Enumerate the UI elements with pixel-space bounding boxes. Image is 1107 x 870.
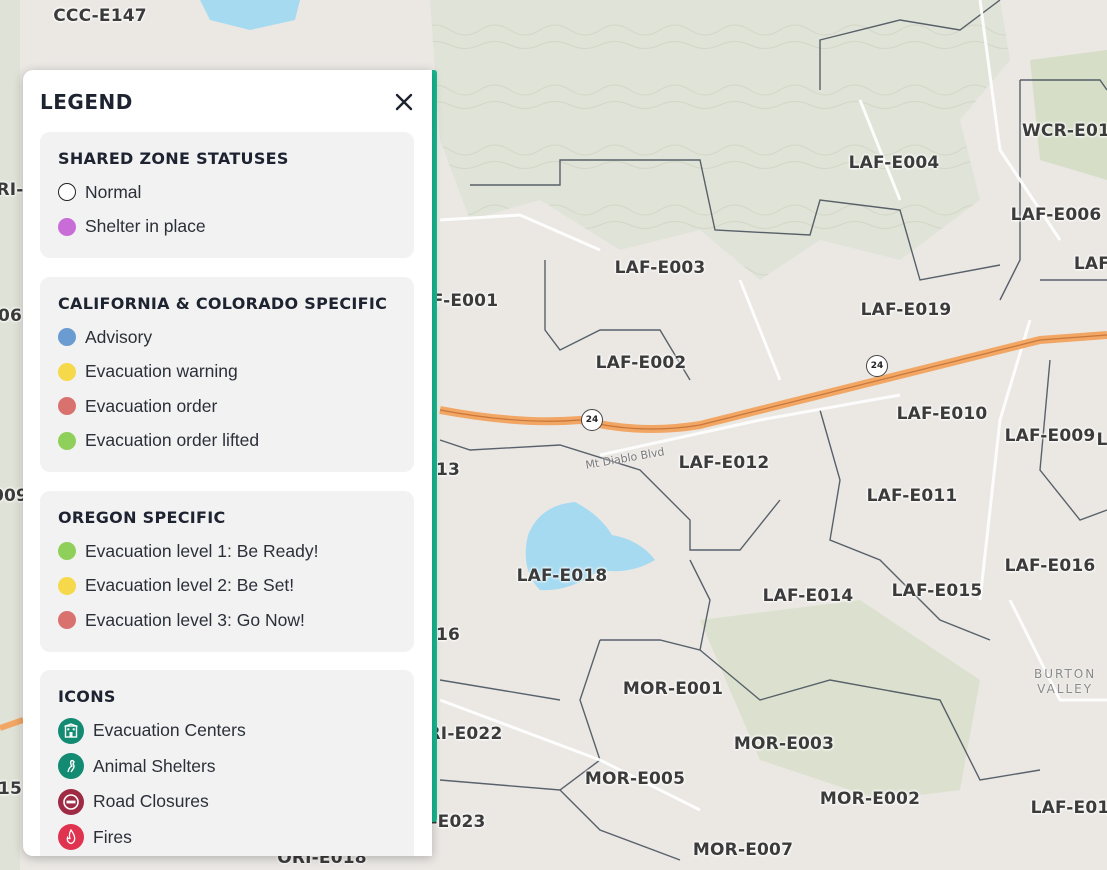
zone-label[interactable]: LAF-E019 — [861, 300, 952, 320]
zone-label[interactable]: LAF-E004 — [849, 153, 940, 173]
legend-section-ca-co: CALIFORNIA & COLORADO SPECIFIC Advisory … — [40, 277, 414, 472]
zone-label[interactable]: LAF — [1074, 254, 1107, 274]
zone-label[interactable]: RI- — [0, 180, 24, 200]
legend-item-label: Normal — [85, 181, 142, 202]
legend-section-shared: SHARED ZONE STATUSES Normal Shelter in p… — [40, 132, 414, 258]
zone-label[interactable]: LAF-E003 — [615, 258, 706, 278]
highway-shield-icon: 24 — [866, 355, 888, 377]
fire-icon — [58, 824, 84, 851]
evacuation-center-icon — [58, 717, 84, 744]
zone-label[interactable]: CCC-E147 — [53, 6, 147, 26]
section-title: ICONS — [58, 687, 116, 706]
zone-label[interactable]: MOR-E007 — [693, 840, 793, 860]
highway-shield-icon: 24 — [581, 409, 603, 431]
zone-label[interactable]: -E023 — [430, 812, 485, 832]
zone-label[interactable]: LAF-E011 — [867, 486, 958, 506]
legend-section-icons: ICONS Evacuation Centers Animal Shelters… — [40, 670, 414, 856]
status-dot-level3 — [58, 611, 76, 630]
legend-item: Shelter in place — [58, 210, 396, 245]
section-title: CALIFORNIA & COLORADO SPECIFIC — [58, 294, 388, 313]
zone-label[interactable]: LAF-E002 — [596, 353, 687, 373]
legend-section-oregon: OREGON SPECIFIC Evacuation level 1: Be R… — [40, 491, 414, 652]
section-title: SHARED ZONE STATUSES — [58, 149, 289, 168]
status-dot-level2 — [58, 576, 76, 595]
legend-item-label: Road Closures — [93, 791, 209, 812]
legend-accent-bar — [432, 70, 437, 822]
legend-item-label: Animal Shelters — [93, 755, 216, 776]
status-dot-shelter — [58, 217, 76, 236]
legend-item: Evacuation level 3: Go Now! — [58, 603, 396, 638]
legend-item-label: Evacuation order lifted — [85, 430, 260, 451]
zone-label[interactable]: LAF-E010 — [897, 404, 988, 424]
animal-shelter-icon — [58, 753, 84, 780]
zone-label[interactable]: MOR-E001 — [623, 679, 723, 699]
legend-item: Evacuation Centers — [58, 713, 396, 749]
legend-item-label: Shelter in place — [85, 216, 206, 237]
legend-item: Evacuation level 1: Be Ready! — [58, 534, 396, 569]
zone-label[interactable]: 16 — [436, 625, 460, 645]
zone-label[interactable]: LAF-E015 — [892, 581, 983, 601]
close-button[interactable] — [393, 91, 415, 113]
zone-label[interactable]: MOR-E002 — [820, 789, 920, 809]
zone-label[interactable]: 13 — [436, 460, 460, 480]
place-label-text: BURTON VALLEY — [1034, 667, 1097, 696]
legend-item-label: Evacuation warning — [85, 361, 238, 382]
legend-item: Animal Shelters — [58, 749, 396, 785]
zone-label[interactable]: 06 — [0, 306, 22, 326]
zone-label[interactable]: LAF-E006 — [1011, 205, 1102, 225]
zone-label[interactable]: F-E001 — [432, 291, 498, 311]
legend-item: Evacuation order — [58, 389, 396, 424]
zone-label[interactable]: MOR-E003 — [734, 734, 834, 754]
legend-item-label: Evacuation order — [85, 395, 218, 416]
close-icon — [395, 93, 413, 111]
legend-item-label: Evacuation level 3: Go Now! — [85, 609, 305, 630]
place-label: BURTON VALLEY — [1034, 667, 1096, 697]
zone-label[interactable]: LAF-E018 — [517, 566, 608, 586]
zone-label[interactable]: LAF-E012 — [679, 453, 770, 473]
zone-label[interactable]: MOR-E005 — [585, 769, 685, 789]
zone-label[interactable]: LAF-E016 — [1005, 556, 1096, 576]
status-dot-advisory — [58, 328, 76, 347]
legend-item-label: Evacuation level 2: Be Set! — [85, 575, 295, 596]
status-dot-order — [58, 397, 76, 416]
status-dot-warning — [58, 362, 76, 381]
zone-label[interactable]: L — [1096, 430, 1107, 450]
legend-item: Evacuation level 2: Be Set! — [58, 569, 396, 604]
legend-item: Road Closures — [58, 784, 396, 820]
section-title: OREGON SPECIFIC — [58, 508, 226, 527]
status-dot-normal — [58, 183, 76, 202]
legend-item-label: Evacuation Centers — [93, 720, 246, 741]
road-closure-icon — [58, 788, 84, 815]
legend-item: Evacuation order lifted — [58, 424, 396, 459]
zone-label[interactable]: LAF-E01 — [1031, 798, 1107, 818]
legend-header: LEGEND — [40, 87, 415, 117]
zone-label[interactable]: RI-E022 — [428, 724, 503, 744]
zone-label[interactable]: LAF-E009 — [1005, 426, 1096, 446]
zone-label[interactable]: WCR-E01 — [1022, 121, 1107, 141]
legend-item: Fires — [58, 820, 396, 856]
status-dot-lifted — [58, 431, 76, 450]
legend-item: Advisory — [58, 320, 396, 355]
zone-label[interactable]: 15 — [0, 779, 22, 799]
legend-item: Normal — [58, 175, 396, 210]
legend-item-label: Fires — [93, 826, 132, 847]
legend-item: Evacuation warning — [58, 355, 396, 390]
legend-title: LEGEND — [40, 90, 133, 114]
status-dot-level1 — [58, 542, 76, 561]
zone-label[interactable]: LAF-E014 — [763, 586, 854, 606]
legend-panel: LEGEND SHARED ZONE STATUSES Normal Shelt… — [23, 70, 432, 856]
legend-item-label: Evacuation level 1: Be Ready! — [85, 540, 319, 561]
legend-item-label: Advisory — [85, 326, 153, 347]
